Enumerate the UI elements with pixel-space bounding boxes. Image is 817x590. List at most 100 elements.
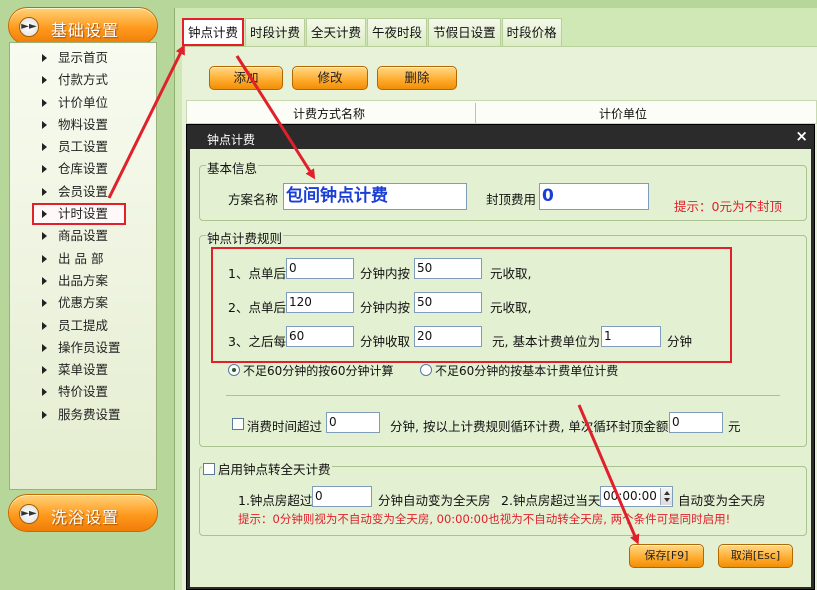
double-chevron-icon: ►► bbox=[19, 17, 39, 37]
rule2-mid: 分钟内按 bbox=[360, 300, 411, 315]
rule3-prefix: 3、之后每 bbox=[228, 334, 286, 349]
sidebar-item-label: 出 品 部 bbox=[58, 250, 104, 266]
category-basic-settings[interactable]: ►► 基础设置 bbox=[8, 7, 158, 45]
tab[interactable]: 钟点计费 bbox=[182, 18, 245, 46]
triangle-right-icon bbox=[42, 410, 47, 419]
sidebar-item[interactable]: 出 品 部 bbox=[10, 248, 156, 270]
loop-billing-checkbox[interactable] bbox=[232, 418, 244, 430]
tab[interactable]: 时段价格 bbox=[501, 18, 562, 46]
delete-button[interactable]: 删除 bbox=[377, 66, 457, 90]
triangle-right-icon bbox=[42, 54, 47, 62]
triangle-right-icon bbox=[42, 165, 47, 174]
sidebar-item[interactable]: 服务费设置 bbox=[10, 404, 156, 426]
tab[interactable]: 节假日设置 bbox=[428, 18, 501, 46]
sidebar-item-label: 计价单位 bbox=[58, 94, 109, 110]
add-button[interactable]: 添加 bbox=[209, 66, 283, 90]
triangle-right-icon bbox=[42, 388, 47, 397]
sidebar-menu-panel: 显示首页付款方式计价单位物料设置 员工设置 仓库设置会员设置计时设置 商品设置出 品 … bbox=[9, 42, 157, 490]
rule3-minutes-input[interactable]: 60 bbox=[286, 326, 354, 347]
sidebar-item[interactable]: 出品方案 bbox=[10, 270, 156, 292]
tab[interactable]: 午夜时段 bbox=[367, 18, 428, 46]
rule2-minutes-input[interactable]: 120 bbox=[286, 292, 354, 313]
triangle-right-icon bbox=[42, 98, 47, 107]
hourly-billing-dialog: 钟点计费 × 基本信息 方案名称 包间钟点计费 封顶费用 0 提示：0元为不封顶… bbox=[186, 124, 815, 590]
group-title: 钟点计费规则 bbox=[206, 228, 284, 247]
sidebar-menu: 显示首页付款方式计价单位物料设置 员工设置 仓库设置会员设置计时设置 商品设置出 品 … bbox=[10, 47, 156, 426]
category-title: 基础设置 bbox=[51, 21, 120, 40]
sidebar-item-label: 会员设置 bbox=[58, 183, 109, 199]
sidebar-item[interactable]: 员工设置 bbox=[10, 136, 156, 158]
tab[interactable]: 全天计费 bbox=[306, 18, 367, 46]
rule2-prefix: 2、点单后 bbox=[228, 300, 286, 315]
sidebar-item[interactable]: 显示首页 bbox=[10, 47, 156, 69]
fullday-time-input[interactable]: 00:00:00 bbox=[600, 486, 673, 507]
sidebar-item-label: 显示首页 bbox=[58, 50, 109, 65]
sidebar-item[interactable]: 会员设置 bbox=[10, 181, 156, 203]
triangle-right-icon bbox=[42, 210, 47, 219]
sidebar-item[interactable]: 仓库设置 bbox=[10, 158, 156, 180]
sidebar-item[interactable]: 操作员设置 bbox=[10, 337, 156, 359]
sidebar-item[interactable]: 付款方式 bbox=[10, 69, 156, 91]
loop-suffix: 元 bbox=[728, 419, 741, 434]
round-60-radio[interactable] bbox=[228, 364, 240, 376]
sidebar-item-label: 付款方式 bbox=[58, 72, 109, 88]
tab[interactable]: 时段计费 bbox=[245, 18, 306, 46]
fullday-time-value: 00:00:00 bbox=[603, 489, 657, 503]
sidebar-item[interactable]: 菜单设置 bbox=[10, 359, 156, 381]
sidebar-item-label: 服务费设置 bbox=[58, 406, 121, 422]
cap-fee-input[interactable]: 0 bbox=[539, 183, 649, 210]
edit-button[interactable]: 修改 bbox=[292, 66, 368, 90]
scheme-name-input[interactable]: 包间钟点计费 bbox=[283, 183, 467, 210]
category-bath-settings[interactable]: ►► 洗浴设置 bbox=[8, 494, 158, 532]
base-unit-input[interactable]: 1 bbox=[601, 326, 661, 347]
group-title: 基本信息 bbox=[206, 158, 259, 177]
sidebar-item-label: 优惠方案 bbox=[58, 295, 109, 311]
column-divider bbox=[475, 103, 476, 123]
triangle-right-icon bbox=[42, 276, 47, 285]
triangle-right-icon bbox=[42, 321, 47, 330]
save-button[interactable]: 保存[F9] bbox=[629, 544, 704, 568]
round-base-unit-radio[interactable] bbox=[420, 364, 432, 376]
fullday-conversion-label[interactable]: 启用钟点转全天计费 bbox=[218, 462, 331, 477]
fullday-cond2-prefix: 2.钟点房超过当天 bbox=[501, 493, 601, 508]
double-chevron-icon: ►► bbox=[19, 504, 39, 524]
loop-cap-input[interactable]: 0 bbox=[669, 412, 723, 433]
base-unit-suffix: 分钟 bbox=[667, 334, 693, 349]
sidebar-item[interactable]: 计时设置 bbox=[32, 203, 126, 226]
rule1-amount-input[interactable]: 50 bbox=[414, 258, 482, 279]
divider bbox=[226, 395, 780, 396]
sidebar-item[interactable]: 员工提成 bbox=[10, 315, 156, 337]
rule3-mid: 分钟收取 bbox=[360, 334, 411, 349]
rule1-minutes-input[interactable]: 0 bbox=[286, 258, 354, 279]
sidebar-item-label: 员工提成 bbox=[58, 317, 109, 333]
rule2-amount-input[interactable]: 50 bbox=[414, 292, 482, 313]
spinner-icon[interactable] bbox=[660, 488, 672, 505]
category-title: 洗浴设置 bbox=[51, 508, 120, 527]
scheme-name-label: 方案名称 bbox=[228, 192, 279, 207]
sidebar-item[interactable]: 物料设置 bbox=[10, 114, 156, 136]
triangle-right-icon bbox=[42, 343, 47, 352]
round-base-unit-label[interactable]: 不足60分钟的按基本计费单位计费 bbox=[435, 362, 618, 379]
round-60-label[interactable]: 不足60分钟的按60分钟计算 bbox=[243, 362, 394, 379]
loop-minutes-input[interactable]: 0 bbox=[326, 412, 380, 433]
close-icon[interactable]: × bbox=[795, 127, 808, 145]
sidebar-item-label: 出品方案 bbox=[58, 272, 109, 288]
fullday-cond1-suffix: 分钟自动变为全天房 bbox=[378, 493, 491, 508]
cancel-button[interactable]: 取消[Esc] bbox=[718, 544, 793, 568]
sidebar-item[interactable]: 商品设置 bbox=[10, 225, 156, 247]
cap-fee-hint: 提示：0元为不封顶 bbox=[674, 199, 782, 214]
fullday-conversion-checkbox[interactable] bbox=[203, 463, 215, 475]
rule2-suffix: 元收取, bbox=[490, 300, 532, 315]
triangle-right-icon bbox=[42, 366, 47, 375]
list-header: 计费方式名称 计价单位 bbox=[186, 100, 817, 124]
col-header-unit[interactable]: 计价单位 bbox=[599, 105, 647, 122]
sidebar-item-label: 操作员设置 bbox=[58, 339, 121, 355]
rule3-amount-input[interactable]: 20 bbox=[414, 326, 482, 347]
sidebar-item[interactable]: 优惠方案 bbox=[10, 292, 156, 314]
fullday-minutes-input[interactable]: 0 bbox=[312, 486, 372, 507]
sidebar-item-label: 菜单设置 bbox=[58, 362, 109, 378]
triangle-right-icon bbox=[42, 120, 47, 129]
col-header-name[interactable]: 计费方式名称 bbox=[293, 105, 365, 122]
sidebar-item[interactable]: 特价设置 bbox=[10, 381, 156, 403]
sidebar-item[interactable]: 计价单位 bbox=[10, 92, 156, 114]
